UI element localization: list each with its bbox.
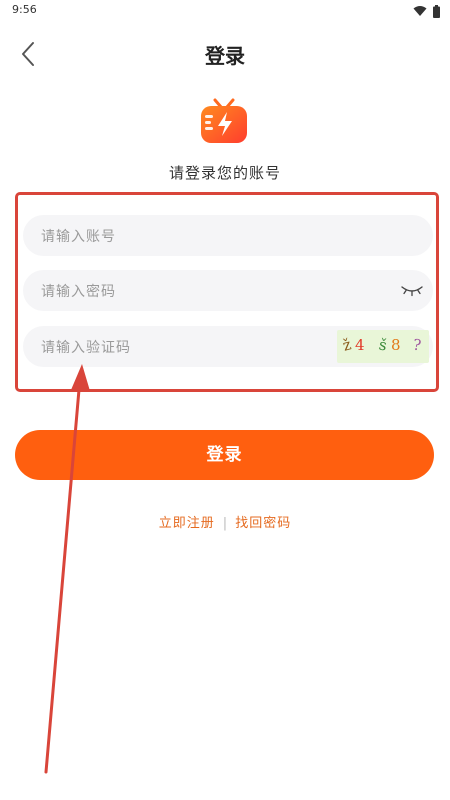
captcha-char: š <box>377 335 389 355</box>
auth-links: 立即注册 | 找回密码 <box>0 512 450 531</box>
password-input[interactable] <box>39 270 343 313</box>
captcha-char: 8 <box>391 336 401 354</box>
password-field <box>23 270 433 313</box>
register-link[interactable]: 立即注册 <box>159 516 215 531</box>
login-subtitle: 请登录您的账号 <box>168 164 281 182</box>
eye-closed-icon[interactable] <box>401 282 423 298</box>
battery-icon <box>433 4 440 18</box>
link-separator: | <box>222 516 228 531</box>
header: 登录 <box>0 30 450 78</box>
status-time: 9:56 <box>12 3 37 16</box>
captcha-char: 4 <box>355 336 365 354</box>
status-icons <box>413 4 440 18</box>
account-input[interactable] <box>39 215 343 258</box>
wifi-icon <box>413 6 427 16</box>
account-field <box>23 215 433 258</box>
captcha-input[interactable] <box>39 326 283 369</box>
captcha-char: ž <box>340 335 354 355</box>
status-bar: 9:56 <box>0 0 450 22</box>
captcha-field: ž 4 š 8 ? <box>23 326 433 369</box>
recover-password-link[interactable]: 找回密码 <box>235 516 291 531</box>
app-logo-icon <box>201 98 247 143</box>
login-button[interactable]: 登录 <box>15 430 434 480</box>
captcha-char: ? <box>411 335 423 355</box>
captcha-image[interactable]: ž 4 š 8 ? <box>337 330 429 363</box>
page-title: 登录 <box>205 44 245 68</box>
